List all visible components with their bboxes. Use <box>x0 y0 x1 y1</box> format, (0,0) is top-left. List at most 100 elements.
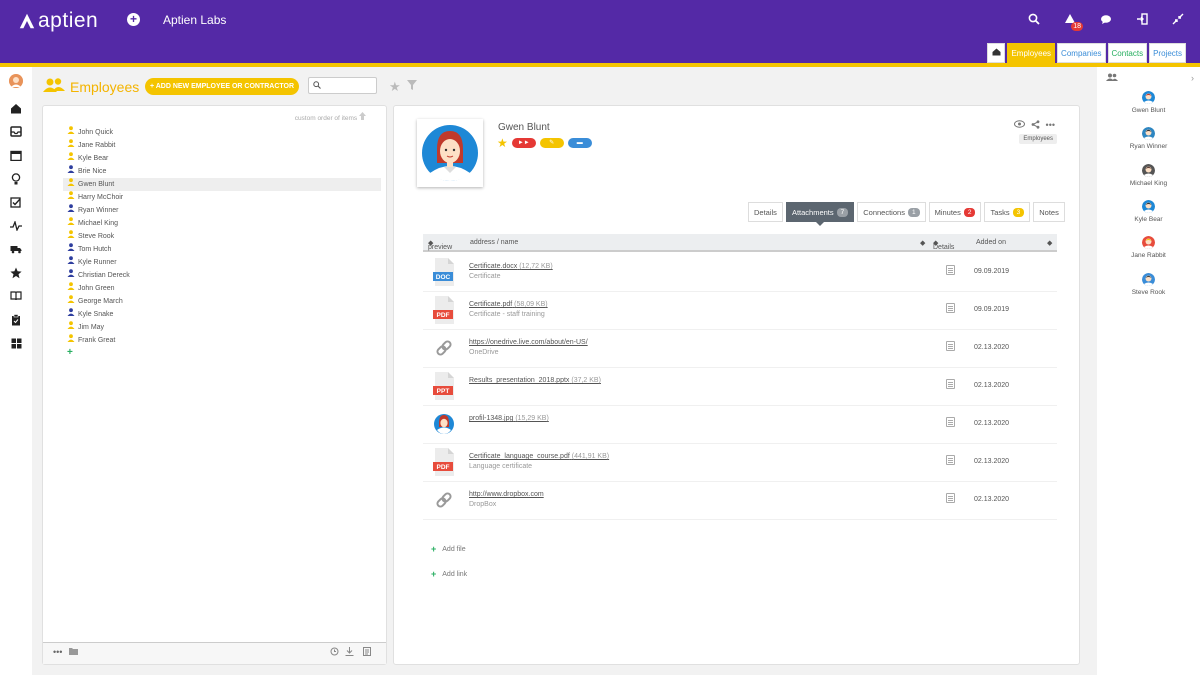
col-address-sort-icon[interactable]: ◆ <box>920 239 925 247</box>
add-circle-icon[interactable]: + <box>127 13 140 26</box>
attachment-name[interactable]: Certificate.docx (12,72 KB) <box>469 263 553 270</box>
aptien-logo[interactable]: aptien <box>18 9 98 33</box>
list-item[interactable]: Jane Rabbit <box>63 139 381 152</box>
col-added[interactable]: Added on <box>976 239 1006 246</box>
company-name[interactable]: Aptien Labs <box>163 13 226 27</box>
book-icon[interactable] <box>10 291 22 303</box>
list-item[interactable]: Harry McChoir <box>63 191 381 204</box>
list-item[interactable]: Brie Nice <box>63 165 381 178</box>
list-item[interactable]: Steve Rook <box>63 230 381 243</box>
recent-user[interactable]: Ryan Winner <box>1097 127 1200 150</box>
recent-user[interactable]: Michael King <box>1097 163 1200 187</box>
details-list-icon[interactable] <box>946 341 955 351</box>
notifications-icon[interactable]: 18 <box>1062 11 1083 31</box>
table-row[interactable]: DOC Certificate.docx (12,72 KB) Certificat… <box>423 254 1057 292</box>
search-input[interactable] <box>325 80 375 89</box>
tab-notes[interactable]: Notes <box>1033 202 1065 222</box>
share-icon[interactable] <box>1031 120 1040 131</box>
list-item[interactable]: Michael King <box>63 217 381 230</box>
table-row[interactable]: https://onedrive.live.com/about/en-US/ O… <box>423 330 1057 368</box>
tab-tasks[interactable]: Tasks 3 <box>984 202 1031 222</box>
pdf-file-icon[interactable]: PDF <box>433 448 455 476</box>
recent-user[interactable]: Steve Rook <box>1097 272 1200 296</box>
tab-contacts[interactable]: Contacts <box>1107 43 1148 63</box>
add-link-link[interactable]: + Add link <box>431 569 467 579</box>
tab-details[interactable]: Details <box>748 202 783 222</box>
list-item[interactable]: Gwen Blunt <box>63 178 381 191</box>
attachment-name[interactable]: Certificate_language_course.pdf (441,91 … <box>469 453 609 460</box>
details-list-icon[interactable] <box>946 379 955 389</box>
more-options-icon[interactable]: ••• <box>1046 120 1055 131</box>
favorites-star-icon[interactable]: ★ <box>389 79 401 95</box>
details-list-icon[interactable] <box>946 455 955 465</box>
watch-eye-icon[interactable] <box>1013 120 1025 131</box>
list-item[interactable]: Jim May <box>63 321 381 334</box>
document-icon[interactable] <box>363 647 371 658</box>
tab-connections[interactable]: Connections 1 <box>857 202 926 222</box>
tab-companies[interactable]: Companies <box>1057 43 1106 63</box>
export-icon[interactable] <box>345 647 354 658</box>
tasks-check-icon[interactable] <box>10 197 22 209</box>
attachment-name[interactable]: https://onedrive.live.com/about/en-US/ <box>469 339 588 346</box>
col-details[interactable]: Details ◆ <box>933 239 954 251</box>
calendar-icon[interactable] <box>10 150 22 162</box>
table-row[interactable]: PPT Results_presentation_2018.pptx (37,2 … <box>423 368 1057 406</box>
chat-icon[interactable] <box>1098 11 1114 27</box>
clipboard-icon[interactable] <box>10 314 22 326</box>
table-row[interactable]: profil-1348.jpg (15,29 KB) 02.13.2020 <box>423 406 1057 444</box>
tab-projects[interactable]: Projects <box>1149 43 1186 63</box>
folder-icon[interactable] <box>69 647 78 657</box>
group-chip[interactable]: Employees <box>1019 134 1057 144</box>
img-file-icon[interactable] <box>433 410 455 438</box>
add-employee-button[interactable]: + ADD NEW EMPLOYEE OR CONTRACTOR <box>145 78 299 95</box>
list-item[interactable]: Kyle Runner <box>63 256 381 269</box>
filter-icon[interactable] <box>407 80 417 93</box>
list-item[interactable]: Kyle Bear <box>63 152 381 165</box>
idea-icon[interactable] <box>10 173 22 185</box>
ppt-file-icon[interactable]: PPT <box>433 372 455 400</box>
inbox-icon[interactable] <box>10 126 22 138</box>
favorite-star-icon[interactable]: ★ <box>497 137 508 149</box>
list-item[interactable]: Frank Great <box>63 334 381 347</box>
details-list-icon[interactable] <box>946 303 955 313</box>
attachment-name[interactable]: http://www.dropbox.com <box>469 491 544 498</box>
search-icon[interactable] <box>1026 11 1042 27</box>
home-icon[interactable] <box>10 103 22 115</box>
col-address[interactable]: address / name <box>470 239 518 246</box>
employee-photo[interactable] <box>417 119 483 187</box>
attachment-name[interactable]: Certificate.pdf (58,09 KB) <box>469 301 548 308</box>
pdf-file-icon[interactable]: PDF <box>433 296 455 324</box>
list-item[interactable]: George March <box>63 295 381 308</box>
details-list-icon[interactable] <box>946 493 955 503</box>
activity-icon[interactable] <box>10 219 22 233</box>
tab-attachments[interactable]: Attachments 7 <box>785 202 855 226</box>
col-added-sort-icon[interactable]: ◆ <box>1047 239 1052 247</box>
more-icon[interactable]: ••• <box>53 647 62 657</box>
history-icon[interactable] <box>330 647 339 658</box>
col-preview[interactable]: preview ◆ <box>428 239 452 251</box>
edit-tag-icon[interactable]: ✎ <box>539 138 564 148</box>
comment-tag-icon[interactable]: ▬ <box>567 138 592 148</box>
link-file-icon[interactable] <box>433 486 455 514</box>
chevron-right-icon[interactable]: › <box>1191 73 1194 83</box>
table-row[interactable]: PDF Certificate.pdf (58,09 KB) Certificate… <box>423 292 1057 330</box>
link-file-icon[interactable] <box>433 334 455 362</box>
attachment-name[interactable]: profil-1348.jpg (15,29 KB) <box>469 415 549 422</box>
doc-file-icon[interactable]: DOC <box>433 258 455 286</box>
add-list-item-icon[interactable]: + <box>63 347 381 358</box>
table-row[interactable]: PDF Certificate_language_course.pdf (441,… <box>423 444 1057 482</box>
truck-icon[interactable] <box>10 244 22 256</box>
tab-employees[interactable]: Employees <box>1007 43 1056 63</box>
logout-icon[interactable] <box>1134 11 1150 27</box>
recent-user[interactable]: Jane Rabbit <box>1097 236 1200 259</box>
list-item[interactable]: Kyle Snake <box>63 308 381 321</box>
custom-order-label[interactable]: custom order of items <box>295 112 366 122</box>
people-group-icon[interactable] <box>1106 73 1118 83</box>
list-item[interactable]: Tom Hutch <box>63 243 381 256</box>
tab-minutes[interactable]: Minutes 2 <box>928 202 982 222</box>
recent-user[interactable]: Gwen Blunt <box>1097 91 1200 114</box>
list-item[interactable]: Christian Dereck <box>63 269 381 282</box>
table-row[interactable]: http://www.dropbox.com DropBox 02.13.2020 <box>423 482 1057 520</box>
user-avatar[interactable] <box>9 74 23 88</box>
add-file-link[interactable]: + Add file <box>431 544 467 554</box>
